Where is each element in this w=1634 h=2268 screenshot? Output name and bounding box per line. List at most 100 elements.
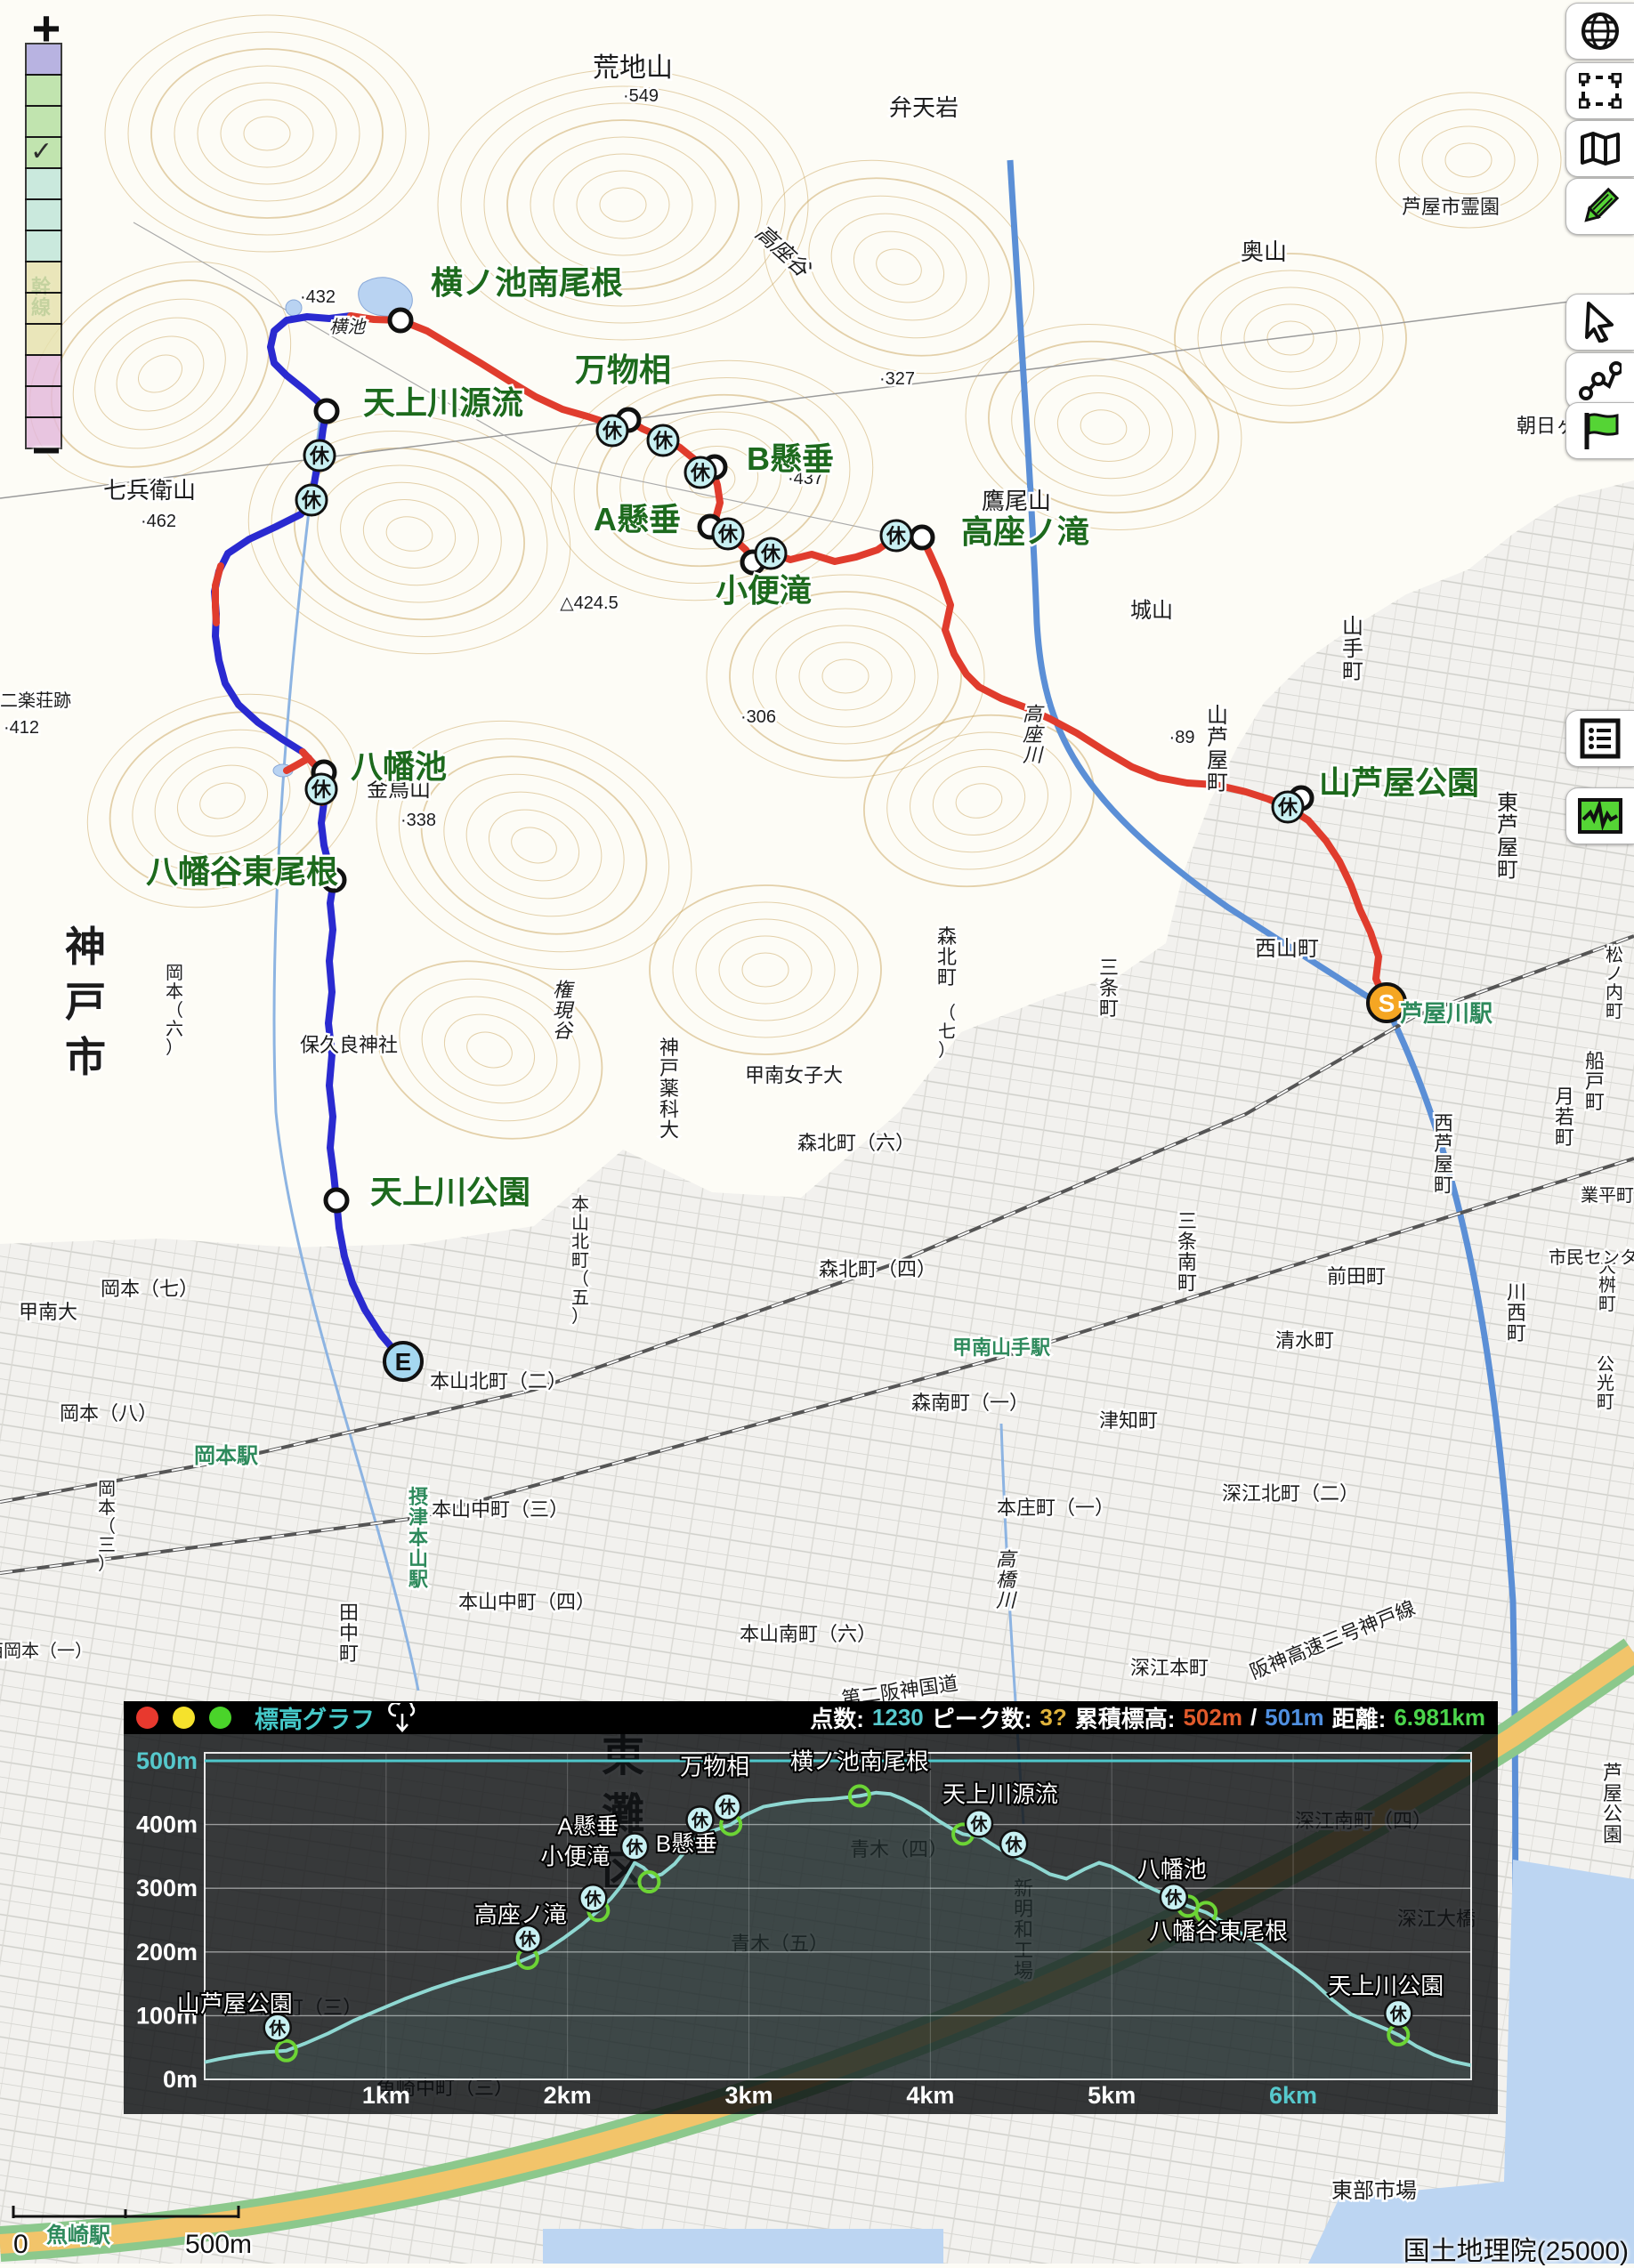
cursor-icon xyxy=(1581,302,1619,343)
draw-pencil-button[interactable] xyxy=(1565,178,1634,235)
elevation-chart[interactable]: 1km2km3km4km5km6km0m100m200m300m400m500m… xyxy=(124,1734,1498,2114)
map-place-label: 田中町 xyxy=(339,1602,359,1665)
stat-token: 累積標高: xyxy=(1075,1701,1176,1734)
stat-token: 1230 xyxy=(872,1704,924,1731)
route-waypoint-label: 天上川源流 xyxy=(363,384,523,421)
stat-token: 501m xyxy=(1265,1704,1324,1731)
layer-opacity-selector[interactable]: ✓ xyxy=(25,44,62,449)
map-place-label: 森北町（六） xyxy=(797,1132,915,1154)
map-place-label: 西山町 xyxy=(1255,937,1319,961)
map-place-label: 芦屋市霊園 xyxy=(1402,196,1500,218)
map-place-label: 三条南町 xyxy=(1177,1210,1197,1294)
route-waypoint-label: 天上川公園 xyxy=(370,1174,530,1210)
zoom-out-button[interactable]: − xyxy=(27,425,66,475)
layer-swatch-9[interactable] xyxy=(25,323,62,356)
svg-text:休: 休 xyxy=(584,1889,603,1909)
layer-swatch-4[interactable] xyxy=(25,167,62,200)
download-icon[interactable] xyxy=(387,1703,417,1733)
station-label: 芦屋川駅 xyxy=(1400,1000,1492,1027)
map-place-label: 森北町 xyxy=(937,925,957,989)
stat-token: 点数: xyxy=(810,1701,864,1734)
map-place-label: 東部市場 xyxy=(1331,2179,1417,2203)
svg-text:休: 休 xyxy=(717,523,739,545)
elevation-graph-button[interactable] xyxy=(1565,787,1634,844)
stat-token: 6.981km xyxy=(1394,1704,1485,1731)
map-place-label: 船戸町 xyxy=(1585,1050,1605,1113)
route-waypoint-label: 横ノ池南尾根 xyxy=(431,264,623,301)
layer-swatch-6[interactable] xyxy=(25,230,62,262)
chart-waypoint-label: 横ノ池南尾根 xyxy=(790,1747,929,1774)
route-icon xyxy=(1579,361,1622,400)
station-label: 岡本駅 xyxy=(194,1444,258,1468)
map-place-label: 本山中町（四） xyxy=(458,1591,595,1613)
map-place-label: 山芦屋町 xyxy=(1207,704,1228,795)
chart-waypoint-label: 高座ノ滝 xyxy=(474,1901,567,1928)
map-place-label: 清水町 xyxy=(1275,1329,1334,1352)
map-place-label: 岡本（六） xyxy=(166,964,183,1058)
layer-swatch-11[interactable] xyxy=(25,385,62,418)
layer-swatch-3[interactable]: ✓ xyxy=(25,136,62,169)
map-place-label: 前田町 xyxy=(1327,1265,1386,1287)
map-place-label: 弁天岩 xyxy=(889,94,959,121)
svg-text:休: 休 xyxy=(691,1811,709,1830)
layer-swatch-1[interactable] xyxy=(25,74,62,107)
map-scale-bar: 0 500m xyxy=(9,2198,294,2268)
map-place-label: 神戸薬科大 xyxy=(659,1037,679,1141)
map-place-label: 城山 xyxy=(1130,599,1173,623)
svg-text:休: 休 xyxy=(311,779,332,801)
map-place-label: 神戸市 xyxy=(65,924,106,1080)
map-place-label: 森北町（四） xyxy=(819,1258,936,1280)
select-area-button[interactable] xyxy=(1565,62,1634,119)
map-place-label: 月若町 xyxy=(1555,1086,1574,1149)
map-place-label: 川西町 xyxy=(1507,1281,1526,1344)
attribution: 国土地理院(25000) xyxy=(1403,2229,1629,2268)
svg-text:500m: 500m xyxy=(185,2230,252,2259)
chart-waypoint-label: 小便滝 xyxy=(540,1843,610,1869)
map-place-label: ·338 xyxy=(400,811,436,830)
waypoint-circle xyxy=(390,310,411,331)
map-place-label: 深江本町 xyxy=(1130,1657,1209,1679)
x-tick-label: 5km xyxy=(1088,2082,1136,2109)
x-tick-label: 6km xyxy=(1269,2082,1317,2109)
layer-swatch-2[interactable] xyxy=(25,105,62,138)
layer-swatch-8[interactable] xyxy=(25,292,62,325)
svg-text:0: 0 xyxy=(13,2230,28,2259)
svg-text:休: 休 xyxy=(1277,796,1298,819)
route-button[interactable] xyxy=(1565,352,1634,409)
map-place-label: ·89 xyxy=(1169,728,1195,747)
cursor-button[interactable] xyxy=(1565,294,1634,351)
map-place-label: 東芦屋町 xyxy=(1497,791,1518,883)
layer-swatch-10[interactable] xyxy=(25,354,62,387)
map-place-label: 本山北町（二） xyxy=(430,1370,567,1392)
stat-token: ピーク数: xyxy=(932,1701,1032,1734)
map-place-label: 松ノ内町 xyxy=(1606,945,1623,1021)
chart-waypoint-label: 八幡池 xyxy=(1137,1856,1207,1883)
list-button[interactable] xyxy=(1565,710,1634,767)
map-button[interactable] xyxy=(1565,120,1634,177)
map-place-label: 市民センタ xyxy=(1549,1247,1634,1268)
map-place-label: 西芦屋町 xyxy=(1434,1112,1453,1196)
y-tick-label: 400m xyxy=(136,1812,198,1838)
map-place-label: 深江北町（二） xyxy=(1222,1482,1359,1505)
map-place-label: 奥山 xyxy=(1241,238,1287,265)
stat-token: / xyxy=(1250,1704,1257,1731)
elevation-panel[interactable]: 標高グラフ 点数:1230ピーク数:3?累積標高:502m/501m距離:6.9… xyxy=(124,1701,1498,2114)
minimize-icon[interactable] xyxy=(173,1707,195,1729)
svg-text:休: 休 xyxy=(626,1838,644,1858)
svg-text:休: 休 xyxy=(652,430,674,452)
map-place-label: 横池 xyxy=(329,318,367,337)
layer-swatch-0[interactable] xyxy=(25,43,62,76)
svg-text:休: 休 xyxy=(301,489,322,512)
globe-button[interactable] xyxy=(1565,3,1634,60)
map-place-label: 鷹尾山 xyxy=(982,488,1051,514)
svg-text:休: 休 xyxy=(602,420,623,442)
close-icon[interactable] xyxy=(136,1707,158,1729)
maximize-icon[interactable] xyxy=(209,1707,231,1729)
layer-swatch-7[interactable] xyxy=(25,261,62,294)
layer-swatch-5[interactable] xyxy=(25,198,62,231)
route-waypoint-label: 八幡谷東尾根 xyxy=(146,853,338,890)
map-icon xyxy=(1579,130,1622,167)
flag-button[interactable] xyxy=(1565,402,1634,459)
map-place-label: ·306 xyxy=(740,707,776,727)
map-place-label: 荒地山 xyxy=(593,53,673,83)
